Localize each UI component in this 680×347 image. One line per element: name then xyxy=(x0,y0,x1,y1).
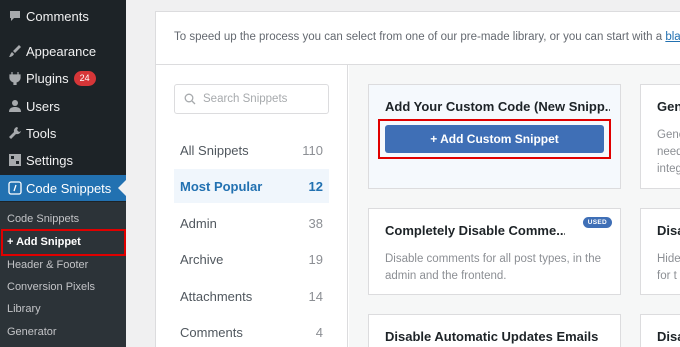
card-title: Disa xyxy=(657,223,680,238)
menu-label: Comments xyxy=(26,8,89,24)
menu-label: Users xyxy=(26,98,60,114)
card-title: Completely Disable Comme... xyxy=(385,223,565,238)
blank-snippet-link[interactable]: blank xyxy=(665,31,680,43)
menu-users[interactable]: Users xyxy=(0,93,126,119)
card-description: Disable comments for all post types, in … xyxy=(385,253,602,282)
snippet-card-partial[interactable]: Disa Hide for t xyxy=(640,208,680,295)
highlight-box xyxy=(378,119,611,159)
card-title: Disa xyxy=(657,329,680,344)
menu-comments[interactable]: Comments xyxy=(0,3,126,29)
snippet-card-disable-comments[interactable]: Completely Disable Comme... USED Disable… xyxy=(368,208,621,295)
menu-label: Plugins xyxy=(26,70,69,86)
card-title: Disable Automatic Updates Emails xyxy=(385,329,599,344)
update-count-badge: 24 xyxy=(73,70,96,86)
search-icon xyxy=(184,93,196,105)
wrench-icon xyxy=(5,126,25,140)
admin-sidebar: Comments Appearance Plugins 24 Users Too… xyxy=(0,0,126,347)
category-count: 19 xyxy=(308,251,323,267)
category-label: Admin xyxy=(180,215,217,231)
category-label: All Snippets xyxy=(180,142,249,158)
generator-card[interactable]: Gen Gene need integ xyxy=(640,84,680,189)
menu-label: Appearance xyxy=(26,43,97,59)
comment-icon xyxy=(5,9,25,23)
category-count: 14 xyxy=(308,288,323,304)
user-icon xyxy=(5,99,25,113)
menu-code-snippets[interactable]: Code Snippets xyxy=(0,175,126,201)
submenu-generator[interactable]: Generator xyxy=(7,326,57,338)
menu-label: Code Snippets xyxy=(26,180,112,196)
submenu-code-snippets[interactable]: Code Snippets xyxy=(7,213,79,225)
menu-settings[interactable]: Settings xyxy=(0,147,126,173)
snippet-card-disable-updates[interactable]: Disable Automatic Updates Emails xyxy=(368,314,621,347)
category-count: 12 xyxy=(308,178,323,194)
category-admin[interactable]: Admin 38 xyxy=(174,206,329,240)
menu-label: Settings xyxy=(26,152,73,168)
category-label: Attachments xyxy=(180,288,253,304)
menu-label: Tools xyxy=(26,125,57,141)
category-count: 38 xyxy=(308,215,323,231)
category-attachments[interactable]: Attachments 14 xyxy=(174,279,329,313)
highlight-box xyxy=(1,229,126,256)
sliders-icon xyxy=(5,153,25,167)
category-label: Comments xyxy=(180,324,243,340)
menu-tools[interactable]: Tools xyxy=(0,120,126,146)
used-badge: USED xyxy=(582,217,612,228)
card-description: Hide for t xyxy=(657,253,680,282)
menu-plugins[interactable]: Plugins 24 xyxy=(0,65,126,91)
category-count: 4 xyxy=(315,324,323,340)
code-icon xyxy=(5,181,25,195)
submenu-conversion-pixels[interactable]: Conversion Pixels xyxy=(7,281,95,293)
snippet-card-partial-2[interactable]: Disa xyxy=(640,314,680,347)
category-archive[interactable]: Archive 19 xyxy=(174,242,329,276)
card-title: Gen xyxy=(657,99,680,114)
search-snippets-field[interactable] xyxy=(174,84,329,114)
category-count: 110 xyxy=(302,142,323,158)
category-most-popular[interactable]: Most Popular 12 xyxy=(174,169,329,203)
search-input[interactable] xyxy=(203,93,323,105)
paintbrush-icon xyxy=(5,44,25,58)
category-label: Archive xyxy=(180,251,224,267)
submenu-header-footer[interactable]: Header & Footer xyxy=(7,259,88,271)
plug-icon xyxy=(5,71,25,85)
card-description: Gene need integ xyxy=(657,129,680,175)
menu-appearance[interactable]: Appearance xyxy=(0,38,126,64)
category-all-snippets[interactable]: All Snippets 110 xyxy=(174,133,329,167)
card-title: Add Your Custom Code (New Snipp... xyxy=(385,99,610,114)
current-menu-arrow xyxy=(118,180,126,196)
category-label: Most Popular xyxy=(180,178,263,194)
submenu-library[interactable]: Library xyxy=(7,303,41,315)
code-snippets-submenu: Code Snippets + Add Snippet Header & Foo… xyxy=(0,202,126,347)
intro-text: To speed up the process you can select f… xyxy=(174,31,680,43)
category-comments[interactable]: Comments 4 xyxy=(174,315,329,347)
